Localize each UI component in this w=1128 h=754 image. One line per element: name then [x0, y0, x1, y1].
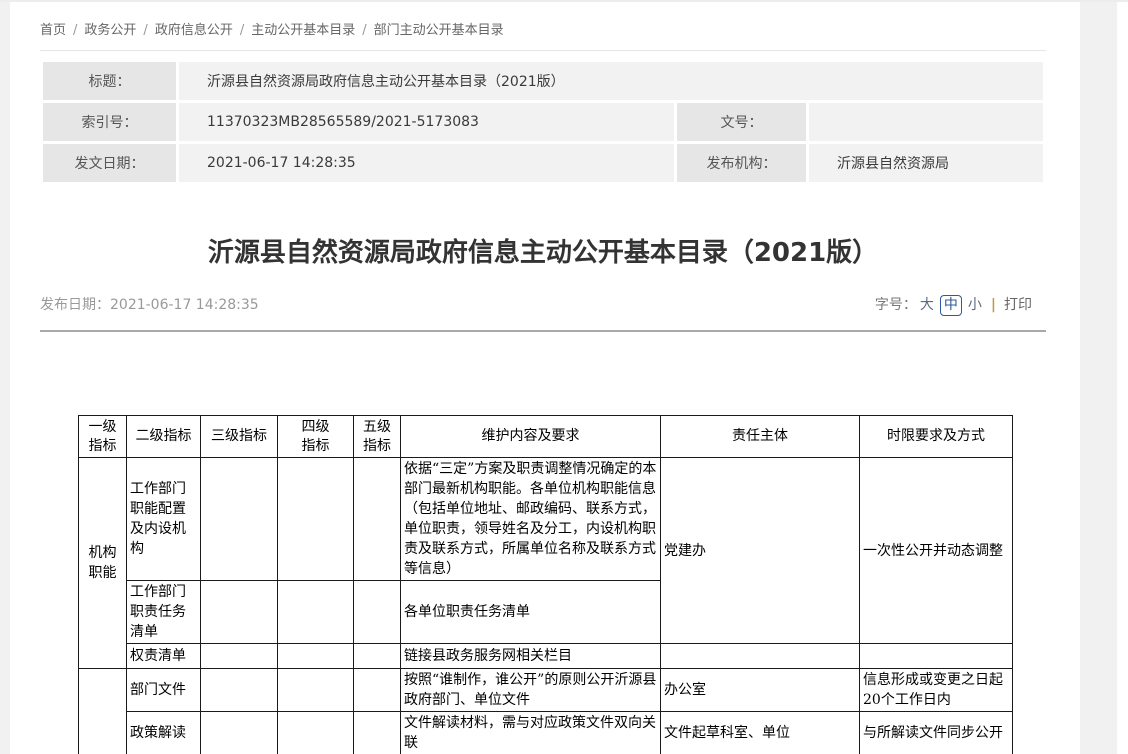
breadcrumb-item-dept-catalog[interactable]: 部门主动公开基本目录 [374, 23, 504, 38]
font-size-medium-button[interactable]: 中 [940, 295, 962, 316]
breadcrumb-separator: / [362, 23, 366, 38]
table-header-cell: 一级 指标 [79, 416, 127, 458]
right-gutter [1080, 2, 1117, 754]
table-row: 政策解读 文件解读材料，需与对应政策文件双向关联文件起草科室、单位与所解读文件同步… [79, 712, 1013, 754]
tools-divider: | [991, 297, 996, 313]
meta-agency-label: 发布机构： [677, 144, 806, 182]
table-header-row: 一级 指标二级指标三级指标四级 指标五级 指标维护内容及要求责任主体时限要求及方… [79, 416, 1013, 458]
article-tools: 字号：大中小 | 打印 [875, 294, 1032, 316]
table-cell [860, 644, 1013, 669]
meta-date-label: 发文日期： [43, 144, 176, 182]
page: 首页 / 政务公开 / 政府信息公开 / 主动公开基本目录 / 部门主动公开基本目录 标题： 沂… [0, 0, 1128, 754]
main-content: 首页 / 政务公开 / 政府信息公开 / 主动公开基本目录 / 部门主动公开基本目录 标题： 沂… [40, 2, 1046, 754]
table-cell [354, 669, 401, 712]
table-cell: 信息形成或变更之日起20个工作日内 [860, 669, 1013, 712]
table-cell [201, 458, 278, 581]
breadcrumb-item-home[interactable]: 首页 [40, 23, 66, 38]
table-cell [201, 644, 278, 669]
meta-title-label: 标题： [43, 62, 176, 100]
table-cell: 工作部门职能配置及内设机构 [127, 458, 201, 581]
table-cell: 文件解读材料，需与对应政策文件双向关联 [401, 712, 661, 754]
meta-row-date: 发文日期： 2021-06-17 14:28:35 发布机构： 沂源县自然资源局 [43, 144, 1043, 182]
table-cell: 链接县政务服务网相关栏目 [401, 644, 661, 669]
table-cell [354, 458, 401, 581]
meta-agency-value: 沂源县自然资源局 [809, 144, 1043, 182]
table-cell [354, 712, 401, 754]
breadcrumb-separator: / [73, 23, 77, 38]
breadcrumb-separator: / [143, 23, 147, 38]
table-cell: 与所解读文件同步公开 [860, 712, 1013, 754]
meta-row-index: 索引号： 11370323MB28565589/2021-5173083 文号： [43, 103, 1043, 141]
font-size-large-button[interactable]: 大 [920, 297, 934, 313]
meta-docnum-value [809, 103, 1043, 141]
directory-table: 一级 指标二级指标三级指标四级 指标五级 指标维护内容及要求责任主体时限要求及方… [78, 415, 1013, 754]
table-cell: 机构职能 [79, 458, 127, 669]
table-header-cell: 时限要求及方式 [860, 416, 1013, 458]
table-cell: 各单位职责任务清单 [401, 581, 661, 644]
table-cell: 一次性公开并动态调整 [860, 458, 1013, 644]
print-button[interactable]: 打印 [1004, 297, 1032, 313]
table-row: 部门文件 按照“谁制作，谁公开”的原则公开沂源县政府部门、单位文件办公室信息形成或… [79, 669, 1013, 712]
table-header-cell: 五级 指标 [354, 416, 401, 458]
table-cell [201, 712, 278, 754]
table-cell: 党建办 [661, 458, 860, 644]
font-size-small-button[interactable]: 小 [968, 297, 982, 313]
meta-docnum-label: 文号： [677, 103, 806, 141]
table-cell: 权责清单 [127, 644, 201, 669]
breadcrumb-separator: / [240, 23, 244, 38]
table-cell [278, 669, 354, 712]
table-cell [278, 458, 354, 581]
table-cell: 文件起草科室、单位 [661, 712, 860, 754]
publish-date: 发布日期：2021-06-17 14:28:35 [40, 297, 259, 313]
info-divider-line [40, 330, 1046, 332]
table-header-cell: 四级 指标 [278, 416, 354, 458]
meta-index-label: 索引号： [43, 103, 176, 141]
table-cell [79, 669, 127, 754]
table-cell: 政策解读 [127, 712, 201, 754]
table-row: 权责清单 链接县政务服务网相关栏目 [79, 644, 1013, 669]
table-cell: 按照“谁制作，谁公开”的原则公开沂源县政府部门、单位文件 [401, 669, 661, 712]
table-cell [201, 581, 278, 644]
table-cell [661, 644, 860, 669]
document-meta-table: 标题： 沂源县自然资源局政府信息主动公开基本目录（2021版） 索引号： 113… [40, 59, 1046, 185]
table-cell [278, 581, 354, 644]
table-cell: 工作部门职责任务清单 [127, 581, 201, 644]
table-header-cell: 维护内容及要求 [401, 416, 661, 458]
breadcrumb: 首页 / 政务公开 / 政府信息公开 / 主动公开基本目录 / 部门主动公开基本目录 [40, 2, 1046, 51]
table-cell [201, 669, 278, 712]
table-cell [354, 644, 401, 669]
breadcrumb-item-zhengwu[interactable]: 政务公开 [84, 23, 136, 38]
meta-index-value: 11370323MB28565589/2021-5173083 [179, 103, 674, 141]
table-header-cell: 三级指标 [201, 416, 278, 458]
table-cell: 部门文件 [127, 669, 201, 712]
table-header-cell: 二级指标 [127, 416, 201, 458]
article-info-bar: 发布日期：2021-06-17 14:28:35 字号：大中小 | 打印 [40, 294, 1046, 318]
breadcrumb-item-info-disclosure[interactable]: 政府信息公开 [155, 23, 233, 38]
left-gutter [0, 2, 10, 754]
table-cell [278, 712, 354, 754]
font-size-label: 字号： [875, 297, 917, 313]
table-cell [278, 644, 354, 669]
meta-date-value: 2021-06-17 14:28:35 [179, 144, 674, 182]
breadcrumb-item-basic-catalog[interactable]: 主动公开基本目录 [251, 23, 355, 38]
meta-row-title: 标题： 沂源县自然资源局政府信息主动公开基本目录（2021版） [43, 62, 1043, 100]
table-cell: 依据“三定”方案及职责调整情况确定的本部门最新机构职能。各单位机构职能信息（包括… [401, 458, 661, 581]
table-cell: 办公室 [661, 669, 860, 712]
page-title: 沂源县自然资源局政府信息主动公开基本目录（2021版） [40, 235, 1046, 271]
table-header-cell: 责任主体 [661, 416, 860, 458]
table-cell [354, 581, 401, 644]
table-row: 机构职能工作部门职能配置及内设机构依据“三定”方案及职责调整情况确定的本部门最新… [79, 458, 1013, 581]
meta-title-value: 沂源县自然资源局政府信息主动公开基本目录（2021版） [179, 62, 1043, 100]
